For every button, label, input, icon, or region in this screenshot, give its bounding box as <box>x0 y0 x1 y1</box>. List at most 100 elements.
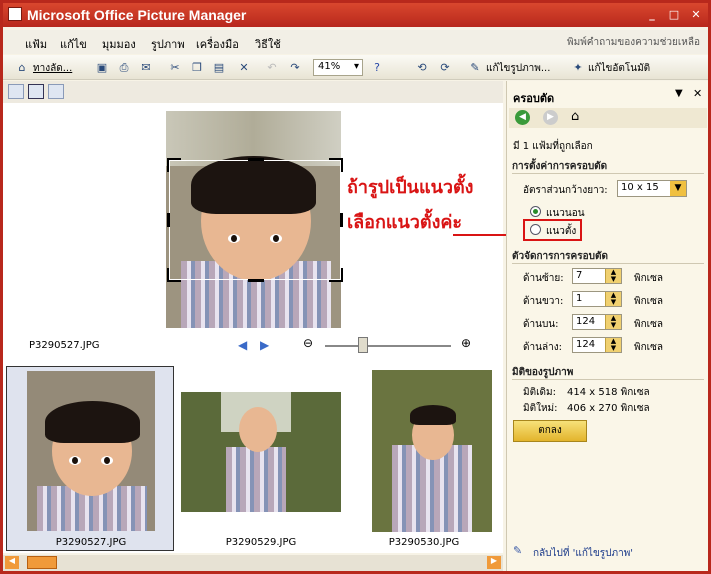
thumbnail-3[interactable]: P3290530.JPG <box>348 366 498 551</box>
zoom-slider-thumb[interactable] <box>358 337 368 353</box>
horizontal-scrollbar[interactable]: ◀ ▶ <box>3 555 503 571</box>
help-search-box[interactable]: พิมพ์คำถามของความช่วยเหลือ <box>567 35 700 50</box>
previous-arrow-icon[interactable]: ◀ <box>238 338 247 352</box>
zoom-out-icon[interactable]: ⊖ <box>303 336 313 350</box>
thumbnail-view-icon[interactable] <box>8 84 24 99</box>
annotation-line-2: เลือกแนวตั้งค่ะ <box>347 212 463 233</box>
cut-icon[interactable]: ✂ <box>166 59 184 76</box>
menu-edit[interactable]: แก้ไข <box>60 35 87 53</box>
left-spinner[interactable]: 7 ▲ ▼ <box>572 268 622 284</box>
thumbnail-2-name: P3290529.JPG <box>225 537 297 548</box>
spinner-arrows-icon[interactable]: ▲ ▼ <box>605 338 621 352</box>
spinner-arrows-icon[interactable]: ▲ ▼ <box>605 269 621 283</box>
zoom-select[interactable]: 41% ▾ <box>313 59 363 76</box>
annotation-line-1: ถ้ารูปเป็นแนวตั้ง <box>347 177 474 198</box>
left-value: 7 <box>576 270 583 281</box>
thumbnail-1[interactable]: P3290527.JPG <box>6 366 174 551</box>
auto-correct-icon[interactable]: ✦ <box>569 59 587 76</box>
landscape-radio[interactable] <box>530 206 541 217</box>
delete-icon[interactable]: ✕ <box>235 59 253 76</box>
chevron-down-icon: ▼ <box>670 181 686 196</box>
menu-bar: แฟ้ม แก้ไข มุมมอง รูปภาพ เครื่องมือ วิธี… <box>3 30 708 54</box>
right-value: 1 <box>576 293 583 304</box>
crop-handle-top-left[interactable] <box>167 158 181 172</box>
aspect-ratio-value: 10 x 15 <box>621 182 659 193</box>
menu-file[interactable]: แฟ้ม <box>25 35 47 53</box>
spinner-arrows-icon[interactable]: ▲ ▼ <box>605 292 621 306</box>
crop-handle-bottom-right[interactable] <box>329 268 343 282</box>
edit-picture-button[interactable]: แก้ไขรูปภาพ... <box>486 61 550 76</box>
edit-picture-icon[interactable]: ✎ <box>466 59 484 76</box>
left-label: ด้านซ้าย: <box>523 273 564 284</box>
crop-handle-top-right[interactable] <box>329 158 343 172</box>
selection-count: มี 1 แฟ้มที่ถูกเลือก <box>513 141 593 152</box>
crop-handle-bottom[interactable] <box>248 279 264 282</box>
original-size-value: 414 x 518 พิกเซล <box>567 387 650 398</box>
top-unit: พิกเซล <box>634 319 663 330</box>
auto-correct-button[interactable]: แก้ไขอัตโนมัติ <box>588 61 650 76</box>
menu-view[interactable]: มุมมอง <box>102 35 136 53</box>
thumbnail-3-name: P3290530.JPG <box>388 537 460 548</box>
right-spinner[interactable]: 1 ▲ ▼ <box>572 291 622 307</box>
scroll-thumb[interactable] <box>27 556 57 569</box>
close-button[interactable]: ✕ <box>687 7 705 23</box>
filmstrip: P3290527.JPG P3290529.JPG P3290530.JPG <box>3 363 503 553</box>
home-icon[interactable]: ⌂ <box>571 109 579 124</box>
aspect-ratio-select[interactable]: 10 x 15 ▼ <box>617 180 687 197</box>
crop-frame[interactable] <box>167 158 343 282</box>
crop-handle-bottom-left[interactable] <box>167 268 181 282</box>
back-to-edit-link[interactable]: กลับไปที่ 'แก้ไขรูปภาพ' <box>533 546 633 561</box>
mail-icon[interactable]: ✉ <box>137 59 155 76</box>
scroll-left-icon[interactable]: ◀ <box>5 556 19 569</box>
maximize-button[interactable]: □ <box>665 7 683 23</box>
zoom-in-icon[interactable]: ⊕ <box>461 336 471 350</box>
undo-icon[interactable]: ↶ <box>263 59 281 76</box>
right-label: ด้านขวา: <box>523 296 564 307</box>
task-pane-title: ครอบตัด <box>513 92 555 105</box>
app-icon <box>8 7 22 21</box>
forward-icon[interactable]: ▶ <box>543 110 558 125</box>
crop-handle-right[interactable] <box>340 213 343 227</box>
chevron-down-icon: ▾ <box>353 61 359 72</box>
annotation-highlight-box <box>523 219 582 241</box>
thumbnail-1-name: P3290527.JPG <box>55 537 127 548</box>
rotate-right-icon[interactable]: ⟳ <box>436 59 454 76</box>
next-arrow-icon[interactable]: ▶ <box>260 338 269 352</box>
new-size-value: 406 x 270 พิกเซล <box>567 403 650 414</box>
zoom-value: 41% <box>318 61 341 72</box>
thumbnail-2[interactable]: P3290529.JPG <box>178 366 343 551</box>
print-icon[interactable]: ⎙ <box>115 59 133 76</box>
rotate-left-icon[interactable]: ⟲ <box>413 59 431 76</box>
ok-button[interactable]: ตกลง <box>513 420 587 442</box>
redo-icon[interactable]: ↷ <box>286 59 304 76</box>
crop-handles-title: ตัวจัดการการครอบตัด <box>512 251 608 262</box>
view-mode-bar <box>3 81 503 103</box>
zoom-slider[interactable] <box>325 345 451 347</box>
right-unit: พิกเซล <box>634 296 663 307</box>
save-icon[interactable]: ▣ <box>93 59 111 76</box>
spinner-arrows-icon[interactable]: ▲ ▼ <box>605 315 621 329</box>
shortcuts-icon[interactable]: ⌂ <box>13 59 31 76</box>
back-icon[interactable]: ◀ <box>515 110 530 125</box>
crop-handle-top[interactable] <box>248 158 264 161</box>
copy-icon[interactable]: ❐ <box>188 59 206 76</box>
new-size-label: มิติใหม่: <box>523 403 558 414</box>
menu-tools[interactable]: เครื่องมือ <box>196 35 239 53</box>
app-window: Microsoft Office Picture Manager _ □ ✕ แ… <box>0 0 711 574</box>
filmstrip-view-icon[interactable] <box>28 84 44 99</box>
scroll-right-icon[interactable]: ▶ <box>487 556 501 569</box>
menu-picture[interactable]: รูปภาพ <box>151 35 185 53</box>
crop-handle-left[interactable] <box>167 213 170 227</box>
shortcuts-button[interactable]: ทางลัด... <box>33 61 72 76</box>
crop-task-pane: ครอบตัด ▼ ✕ ◀ ▶ ⌂ มี 1 แฟ้มที่ถูกเลือก ก… <box>506 81 708 571</box>
menu-help[interactable]: วิธีใช้ <box>255 35 281 53</box>
top-spinner[interactable]: 124 ▲ ▼ <box>572 314 622 330</box>
bottom-spinner[interactable]: 124 ▲ ▼ <box>572 337 622 353</box>
help-icon[interactable]: ? <box>368 59 386 76</box>
pane-menu-chevron-icon[interactable]: ▼ <box>675 88 683 99</box>
pane-close-icon[interactable]: ✕ <box>693 87 702 100</box>
minimize-button[interactable]: _ <box>643 7 661 23</box>
single-picture-view-icon[interactable] <box>48 84 64 99</box>
paste-icon[interactable]: ▤ <box>210 59 228 76</box>
edit-picture-icon: ✎ <box>513 544 523 557</box>
